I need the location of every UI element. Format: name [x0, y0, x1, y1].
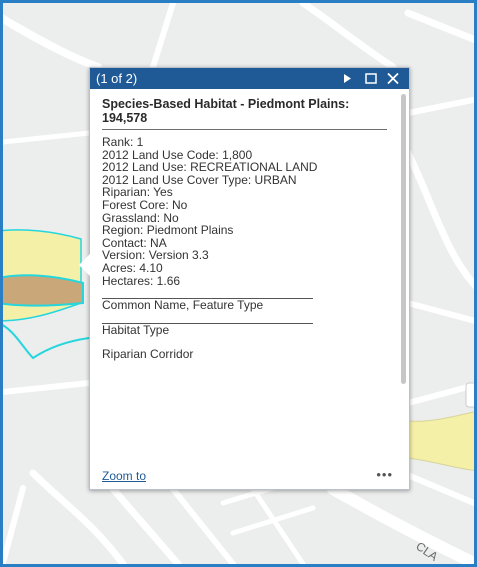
section-heading: Common Name, Feature Type — [102, 298, 264, 313]
attribute-acres: Acres: 4.10 — [102, 260, 163, 275]
map-control — [465, 382, 474, 408]
section-divider — [102, 312, 313, 324]
popup-footer: Zoom to ••• — [102, 467, 399, 483]
close-button[interactable] — [386, 70, 401, 87]
popup-pointer — [79, 254, 90, 276]
attribute-forest-core: Forest Core: No — [102, 197, 188, 212]
next-arrow-icon — [344, 74, 351, 83]
more-options-button[interactable]: ••• — [376, 467, 393, 482]
map-frame: CLA (1 of 2) Species-Based Habitat - Pie… — [0, 0, 477, 567]
popup-title: Species-Based Habitat - Piedmont Plains:… — [102, 97, 387, 130]
popup-content: Species-Based Habitat - Piedmont Plains:… — [102, 97, 387, 362]
selected-habitat-polygon — [3, 274, 84, 307]
attribute-rank: Rank: 1 — [102, 135, 144, 149]
attribute-list: Rank: 1 2012 Land Use Code: 1,800 2012 L… — [102, 136, 387, 287]
maximize-icon — [365, 73, 377, 84]
attribute-land-use: 2012 Land Use: RECREATIONAL LAND — [102, 160, 318, 175]
close-icon — [387, 72, 399, 85]
popup-scrollbar[interactable] — [401, 94, 406, 384]
section-value: Riparian Corridor — [102, 347, 194, 362]
attribute-region: Region: Piedmont Plains — [102, 223, 234, 238]
feature-popup: (1 of 2) Species-Based Habitat - Piedmon… — [79, 67, 410, 490]
feature-count: (1 of 2) — [96, 71, 138, 86]
section-heading: Habitat Type — [102, 322, 170, 337]
attribute-hectares: Hectares: 1.66 — [102, 273, 181, 288]
zoom-to-link[interactable]: Zoom to — [102, 469, 146, 483]
maximize-button[interactable] — [364, 70, 379, 87]
popup-header: (1 of 2) — [90, 68, 409, 89]
next-feature-button[interactable] — [340, 70, 355, 87]
